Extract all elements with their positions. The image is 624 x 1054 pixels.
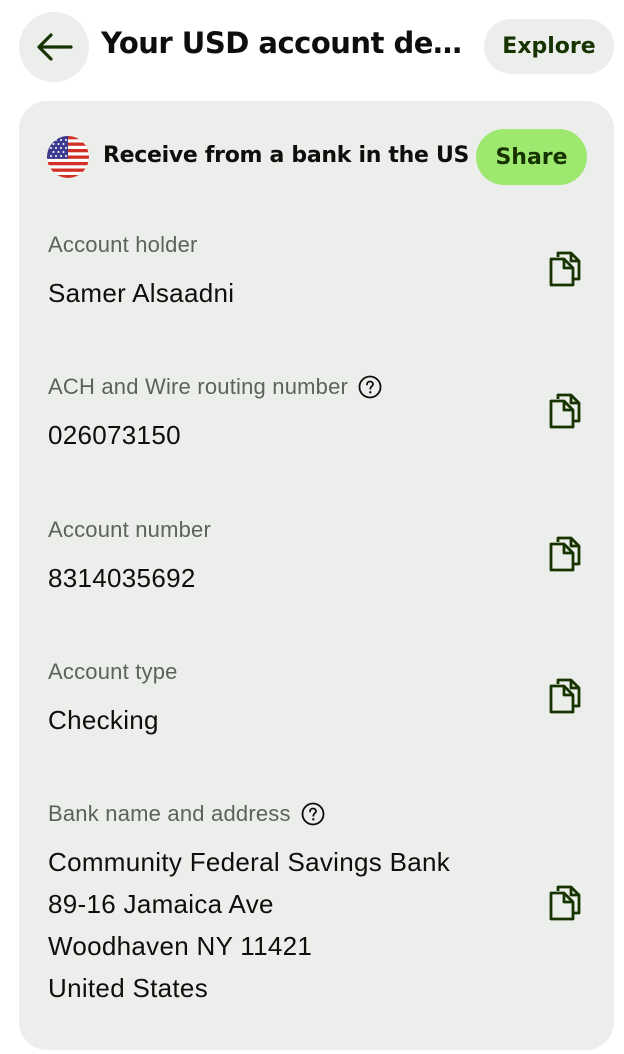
field-label: Account type	[48, 659, 178, 685]
copy-button[interactable]	[543, 881, 587, 925]
copy-icon	[549, 251, 581, 287]
account-details-card: Receive from a bank in the US Share Acco…	[19, 101, 614, 1050]
help-icon[interactable]	[301, 802, 325, 826]
address-line: United States	[48, 973, 208, 1003]
field-value: 026073150	[48, 420, 181, 450]
copy-button[interactable]	[543, 247, 587, 291]
field-value: 8314035692	[48, 563, 196, 593]
field-account-number: Account number 8314035692	[19, 517, 614, 617]
field-value: Checking	[48, 705, 159, 735]
field-label-text: Account type	[48, 659, 178, 684]
share-button[interactable]: Share	[476, 129, 587, 185]
back-button[interactable]	[19, 12, 89, 82]
page-title: Your USD account det...	[101, 26, 463, 60]
card-header: Receive from a bank in the US Share	[19, 101, 614, 211]
copy-icon	[549, 393, 581, 429]
field-label-text: Account holder	[48, 232, 198, 257]
copy-button[interactable]	[543, 532, 587, 576]
help-icon[interactable]	[358, 375, 382, 399]
field-account-type: Account type Checking	[19, 659, 614, 759]
arrow-left-icon	[37, 33, 73, 61]
field-label: ACH and Wire routing number	[48, 374, 382, 400]
copy-icon	[549, 678, 581, 714]
field-label-text: Account number	[48, 517, 211, 542]
field-value: Samer Alsaadni	[48, 278, 235, 308]
field-label-text: ACH and Wire routing number	[48, 374, 349, 399]
field-routing-number: ACH and Wire routing number 026073150	[19, 374, 614, 474]
address-line: Community Federal Savings Bank	[48, 847, 451, 877]
field-label: Account number	[48, 517, 211, 543]
address-line: 89-16 Jamaica Ave	[48, 889, 274, 919]
copy-button[interactable]	[543, 674, 587, 718]
field-label: Account holder	[48, 232, 198, 258]
explore-button[interactable]: Explore	[484, 19, 614, 74]
field-bank-name-address: Bank name and address Community Federal …	[19, 801, 614, 1011]
copy-button[interactable]	[543, 389, 587, 433]
field-label-text: Bank name and address	[48, 801, 291, 826]
us-flag-icon	[47, 136, 89, 178]
copy-icon	[549, 885, 581, 921]
header: Your USD account det... Explore	[0, 0, 624, 100]
copy-icon	[549, 536, 581, 572]
address-line: Woodhaven NY 11421	[48, 931, 313, 961]
receive-from-bank-label: Receive from a bank in the US	[103, 143, 470, 168]
field-label: Bank name and address	[48, 801, 325, 827]
field-account-holder: Account holder Samer Alsaadni	[19, 232, 614, 332]
